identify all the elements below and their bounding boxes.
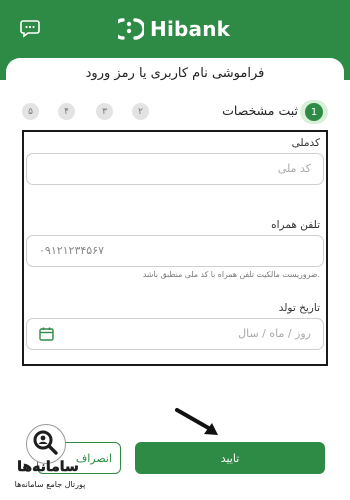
birthdate-label: تاریخ تولد [278,302,320,314]
step-active: 1 ثبت مشخصات [190,100,330,124]
national-id-placeholder: کد ملی [277,162,311,175]
stepper: ۵ ۴ ۳ ۲ 1 ثبت مشخصات [20,100,330,124]
hibank-logo: Hibank [118,14,230,44]
step-2: ۲ [132,103,149,120]
chat-bubble-icon[interactable] [20,20,40,38]
watermark-circle [26,424,66,464]
magnifier-icon [33,430,58,455]
phone-field[interactable]: ۰۹۱۲۱۲۳۴۵۶۷ [26,235,324,267]
pointer-arrow-icon [175,408,218,435]
step-active-label: ثبت مشخصات [222,103,298,118]
step-5: ۵ [22,103,39,120]
phone-hint: ضروریست مالکیت تلفن همراه با کد ملی منطب… [142,270,320,279]
step-4: ۴ [58,103,75,120]
phone-label: تلفن همراه [271,219,320,231]
national-id-label: کدملی [291,137,320,149]
watermark-tagline: پورتال جامع سامانه‌ها [4,480,96,489]
national-id-field[interactable]: کد ملی [26,153,324,185]
birthdate-placeholder: روز / ماه / سال [238,327,311,340]
birthdate-field[interactable]: روز / ماه / سال [26,318,324,350]
step-3: ۳ [96,103,113,120]
confirm-button[interactable]: تایید [135,442,325,474]
watermark: سامانه‌ها پورتال جامع سامانه‌ها [4,422,96,496]
page-title: فراموشی نام کاربری یا رمز ورود [85,66,265,81]
calendar-icon[interactable] [39,327,54,341]
hibank-logo-icon [118,18,144,40]
watermark-name: سامانه‌ها [17,459,79,476]
step-active-number: 1 [305,103,323,121]
phone-value: ۰۹۱۲۱۲۳۴۵۶۷ [39,244,104,257]
brand-name: Hibank [150,17,231,41]
